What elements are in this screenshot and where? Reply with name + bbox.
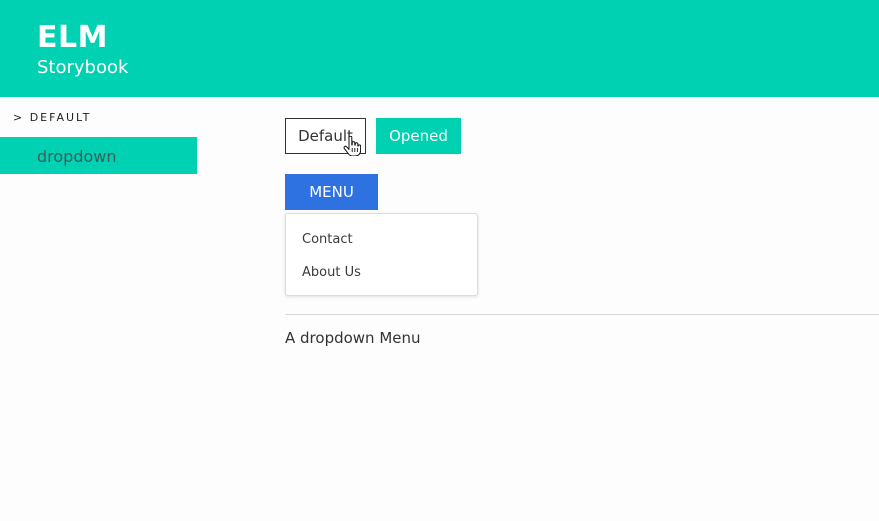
sidebar-item-dropdown[interactable]: dropdown — [0, 137, 197, 174]
opened-button[interactable]: Opened — [376, 118, 461, 154]
menu-button[interactable]: MENU — [285, 174, 378, 210]
menu-item-about-us[interactable]: About Us — [302, 265, 361, 280]
header: ELM Storybook — [0, 0, 879, 97]
app-subtitle: Storybook — [37, 57, 129, 78]
story-description: A dropdown Menu — [285, 329, 421, 347]
divider — [285, 314, 879, 315]
sidebar-item-label: dropdown — [37, 147, 117, 166]
sidebar: > DEFAULT dropdown — [0, 97, 197, 521]
story-panel: Default Opened MENU Contact About Us A d… — [285, 97, 879, 521]
menu-item-contact[interactable]: Contact — [302, 232, 353, 247]
sidebar-section-title[interactable]: > DEFAULT — [13, 111, 91, 124]
app-title: ELM — [37, 20, 108, 55]
hand-pointer-cursor-icon — [343, 136, 361, 156]
storybook-app: ELM Storybook > DEFAULT dropdown Default… — [0, 0, 879, 521]
dropdown-menu: Contact About Us — [285, 213, 478, 296]
